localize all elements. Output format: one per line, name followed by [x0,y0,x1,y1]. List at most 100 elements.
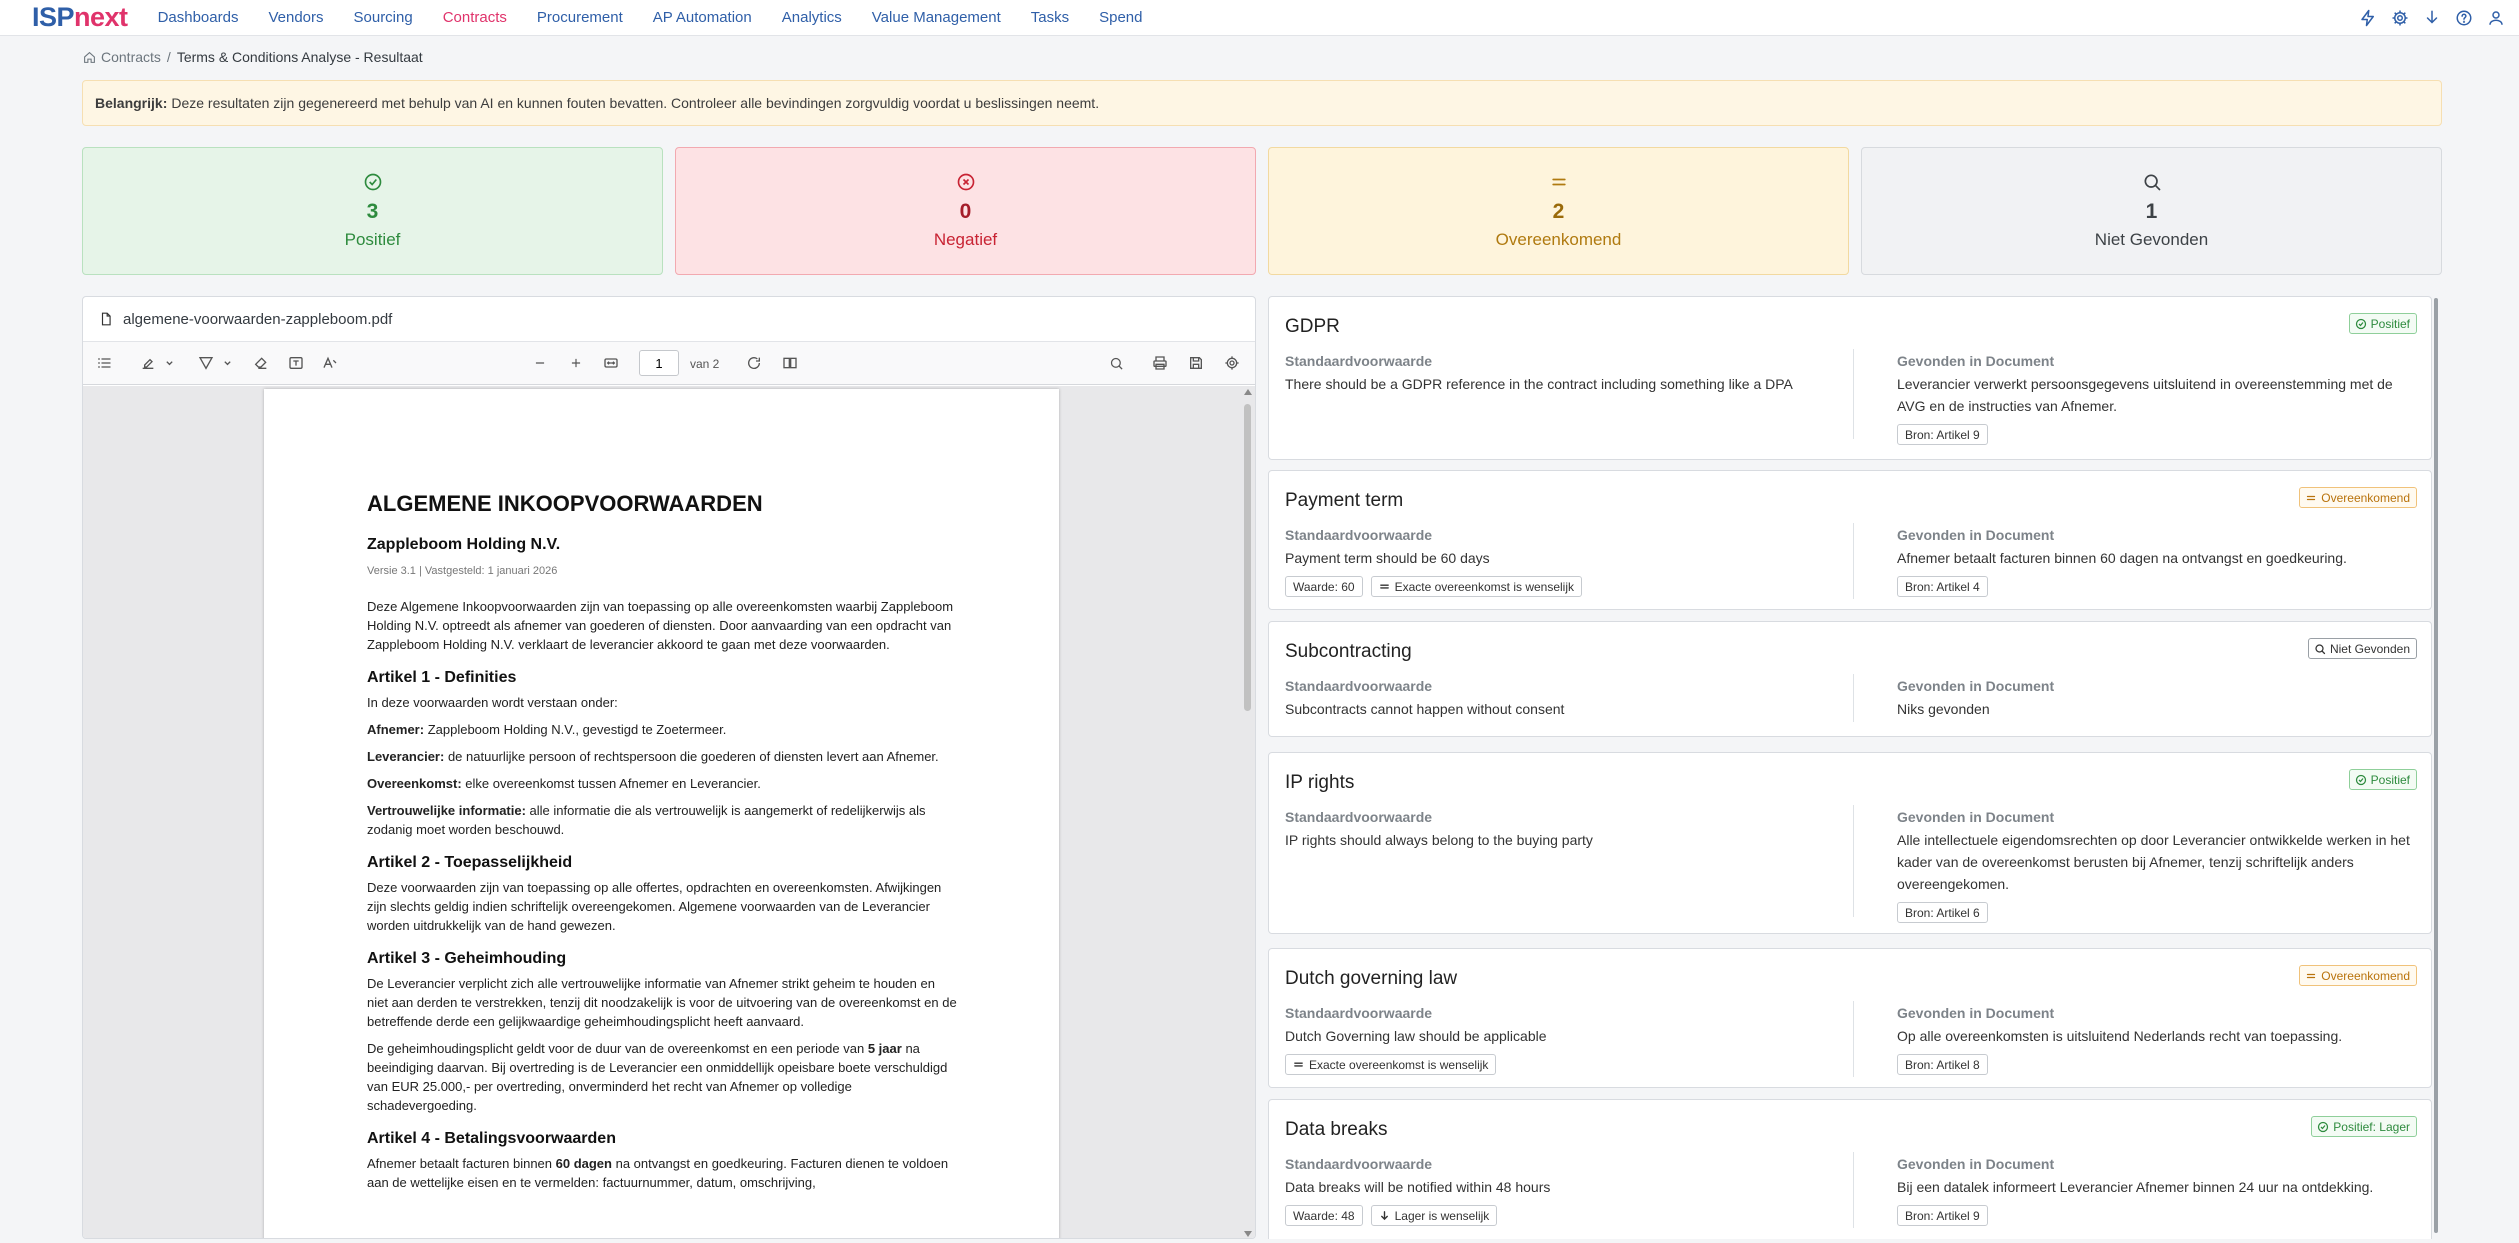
home-icon [84,51,95,63]
pdf-scrollbar[interactable] [1243,386,1253,1238]
print-icon[interactable] [1147,350,1173,376]
result-card-subcontracting: Subcontracting Niet Gevonden Standaardvo… [1268,621,2432,737]
nav-sourcing[interactable]: Sourcing [354,9,413,26]
status-badge-label: Niet Gevonden [2329,641,2410,656]
search-icon [2144,174,2160,191]
found-text: Afnemer betaalt facturen binnen 60 dagen… [1897,550,2347,566]
breadcrumb: Contracts / Terms & Conditions Analyse -… [83,49,423,65]
scroll-up-arrow-icon[interactable] [1244,389,1252,395]
rotate-icon[interactable] [741,350,767,376]
nav-icon-group [2347,7,2507,29]
doc-article-2-text: Deze voorwaarden zijn van toepassing op … [367,880,942,933]
found-text: Niks gevonden [1897,701,1990,717]
zoom-out-icon[interactable] [527,350,553,376]
column-divider [1853,349,1854,439]
result-card-ip-rights: IP rights Positief Standaardvoorwaarde I… [1268,752,2432,934]
doc-article-2-title: Artikel 2 - Toepasselijkheid [367,854,573,871]
scroll-down-arrow-icon[interactable] [1244,1231,1252,1237]
equals-icon [1551,178,1566,186]
results-scrollbar[interactable] [2434,298,2438,1233]
match-tag: Exacte overeenkomst is wenselijk [1285,1054,1497,1075]
download-icon[interactable] [2421,7,2443,29]
standard-heading: Standaardvoorwaarde [1285,1005,1433,1021]
stat-negatief: 0 Negatief [675,147,1256,275]
source-tag[interactable]: Bron: Artikel 9 [1897,1205,1988,1226]
doc-article-3-title: Artikel 3 - Geheimhouding [367,950,567,967]
summary-stats: 3 Positief 0 Negatief 2 Overeenkomend 1 … [82,147,2442,275]
nav-value-management[interactable]: Value Management [872,9,1001,26]
nav-vendors[interactable]: Vendors [268,9,323,26]
found-text: Leverancier verwerkt persoonsgegevens ui… [1897,376,2393,414]
pdf-search-icon[interactable] [1103,350,1129,376]
highlight-dropdown-chevron-icon[interactable] [163,350,175,376]
column-divider [1853,805,1854,917]
found-text: Bij een datalek informeert Leverancier A… [1897,1179,2374,1195]
source-tag[interactable]: Bron: Artikel 9 [1897,424,1988,445]
stat-niet-gevonden: 1 Niet Gevonden [1861,147,2442,275]
top-navbar: ISPnext Dashboards Vendors Sourcing Cont… [0,0,2519,36]
two-page-icon[interactable] [777,350,803,376]
pdf-file-header: algemene-voorwaarden-zappleboom.pdf [83,297,1255,342]
highlight-icon[interactable] [135,350,161,376]
doc-intro: Deze Algemene Inkoopvoorwaarden zijn van… [367,599,954,652]
result-card-payment-term: Payment term Overeenkomend Standaardvoor… [1268,470,2432,610]
doc-def-text: de natuurlijke persoon of rechtspersoon … [444,749,939,764]
stat-negatief-count: 0 [959,200,972,223]
draw-icon[interactable] [193,350,219,376]
gear-icon[interactable] [2389,7,2411,29]
match-tag: Lager is wenselijk [1370,1205,1498,1226]
scroll-thumb[interactable] [1244,404,1251,711]
stat-overeenkomend: 2 Overeenkomend [1268,147,1849,275]
sidebar-toggle-icon[interactable] [91,350,117,376]
card-title: Subcontracting [1285,641,1412,662]
match-tag-label: Lager is wenselijk [1394,1208,1490,1223]
doc-def-term: Leverancier: [367,749,445,764]
standard-column: Standaardvoorwaarde Subcontracts cannot … [1285,678,1830,720]
source-tag[interactable]: Bron: Artikel 6 [1897,902,1988,923]
logo[interactable]: ISPnext [32,4,128,31]
zoom-in-icon[interactable] [563,350,589,376]
breadcrumb-separator: / [166,49,171,65]
text-format-icon[interactable] [317,350,343,376]
nav-dashboards[interactable]: Dashboards [158,9,239,26]
found-text: Alle intellectuele eigendomsrechten op d… [1897,832,2410,892]
doc-article-1-title: Artikel 1 - Definities [367,669,517,686]
match-tag-label: Exacte overeenkomst is wenselijk [1394,579,1575,594]
pdf-settings-icon[interactable] [1219,350,1245,376]
draw-dropdown-chevron-icon[interactable] [221,350,233,376]
doc-def-vertrouwelijk: Vertrouwelijke informatie: alle informat… [367,801,959,839]
breadcrumb-contracts[interactable]: Contracts [101,49,161,65]
nav-analytics[interactable]: Analytics [782,9,842,26]
standard-text: IP rights should always belong to the bu… [1285,832,1593,848]
nav-spend[interactable]: Spend [1099,9,1142,26]
fit-width-icon[interactable] [598,350,624,376]
equals-icon [1379,584,1389,589]
logo-next: next [74,2,128,32]
help-icon[interactable] [2453,7,2475,29]
stat-positief: 3 Positief [82,147,663,275]
doc-def-text: Zappleboom Holding N.V., gevestigd te Zo… [424,722,727,737]
bolt-icon[interactable] [2357,7,2379,29]
eraser-icon[interactable] [248,350,274,376]
nav-tasks[interactable]: Tasks [1031,9,1069,26]
found-column: Gevonden in Document Op alle overeenkoms… [1897,1005,2422,1075]
user-icon[interactable] [2485,7,2507,29]
source-tag[interactable]: Bron: Artikel 4 [1897,576,1988,597]
card-title: Dutch governing law [1285,968,1458,989]
file-icon [101,312,111,326]
save-icon[interactable] [1183,350,1209,376]
nav-procurement[interactable]: Procurement [537,9,623,26]
stat-overeenkomend-label: Overeenkomend [1495,230,1622,249]
pdf-canvas[interactable]: ALGEMENE INKOOPVOORWAARDEN Zappleboom Ho… [83,386,1255,1238]
nav-ap-automation[interactable]: AP Automation [653,9,752,26]
doc-article-3-text: De Leverancier verplicht zich alle vertr… [367,976,957,1029]
standard-column: Standaardvoorwaarde Dutch Governing law … [1285,1005,1830,1075]
standard-heading: Standaardvoorwaarde [1285,527,1433,543]
status-badge: Overeenkomend [2299,487,2417,508]
status-badge-label: Positief: Lager [2333,1119,2410,1134]
equals-icon [2307,973,2316,978]
page-number-input[interactable] [639,350,679,376]
source-tag[interactable]: Bron: Artikel 8 [1897,1054,1988,1075]
nav-contracts[interactable]: Contracts [443,9,507,26]
text-box-icon[interactable] [283,350,309,376]
